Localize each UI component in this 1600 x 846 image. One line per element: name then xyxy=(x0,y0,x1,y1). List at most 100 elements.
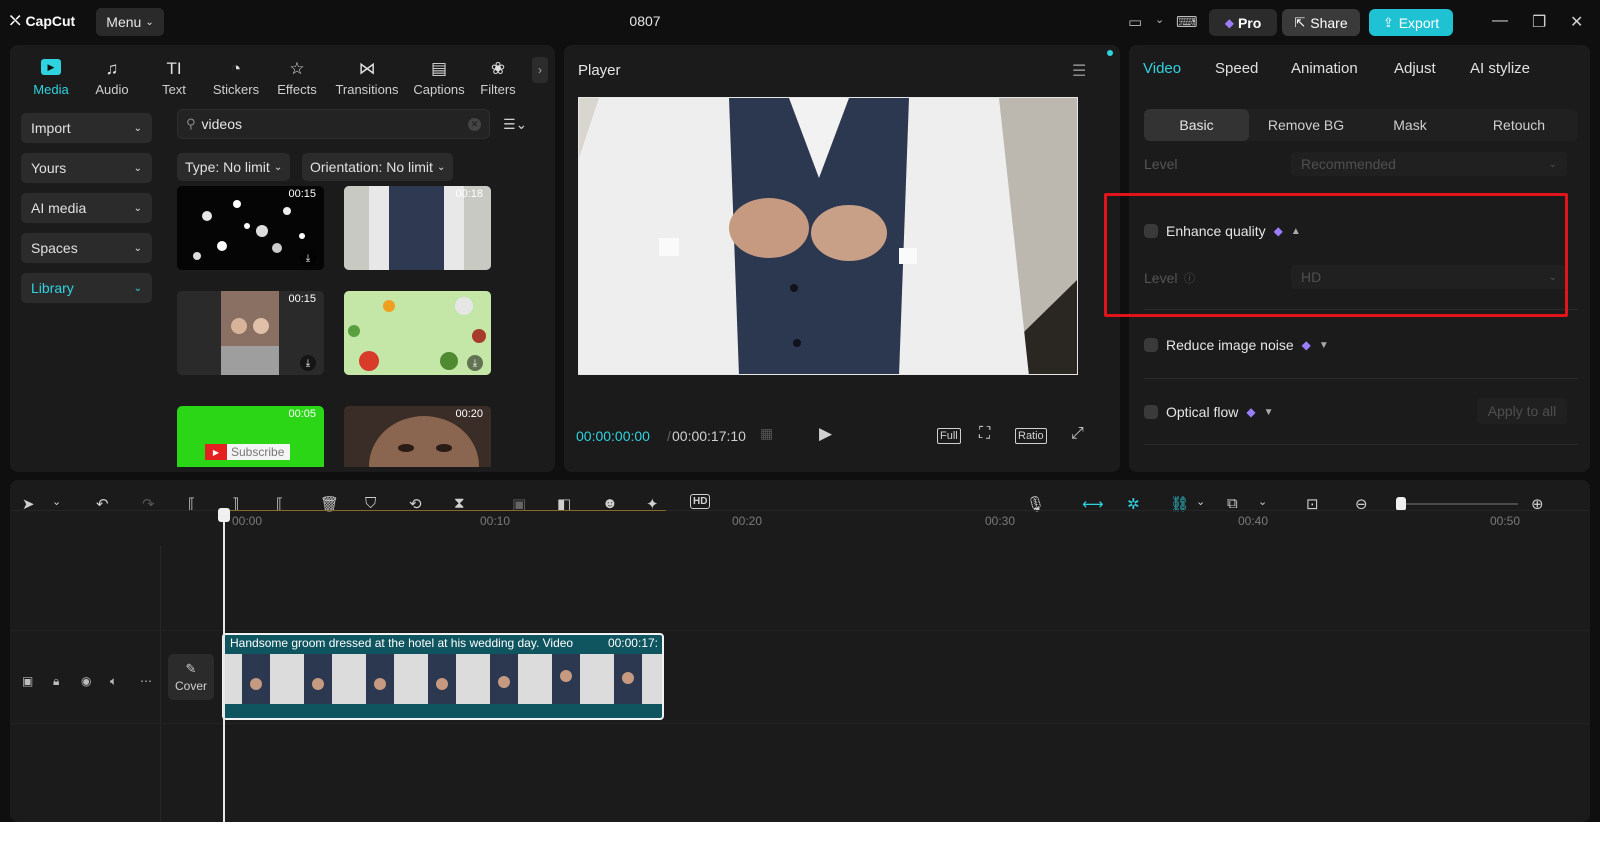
media-thumbnail[interactable]: 00:15 ⤓ xyxy=(177,291,324,375)
sidebar-item-ai-media[interactable]: AI media ⌄ xyxy=(21,193,152,223)
chevron-down-icon: ⌄ xyxy=(133,202,142,214)
layout-icon[interactable]: ▭ xyxy=(1128,13,1142,31)
tab-speed[interactable]: Speed xyxy=(1215,60,1258,77)
filter-sort-icon[interactable]: ☰⌄ xyxy=(503,116,527,133)
reduce-noise-checkbox[interactable] xyxy=(1144,338,1158,352)
caret-down-icon[interactable]: ▼ xyxy=(1319,340,1329,351)
app-logo: ⛌ CapCut xyxy=(10,12,76,29)
track-line xyxy=(10,723,1590,724)
diamond-icon: ◆ xyxy=(1224,15,1234,30)
restore-icon[interactable]: ❐ xyxy=(1532,12,1546,32)
tab-audio[interactable]: ♫ Audio xyxy=(81,55,143,101)
chevron-down-icon[interactable]: ⌄ xyxy=(52,495,61,508)
tab-captions[interactable]: ▤ Captions xyxy=(404,55,474,101)
optical-flow-checkbox[interactable] xyxy=(1144,405,1158,419)
sidebar-item-yours[interactable]: Yours ⌄ xyxy=(21,153,152,183)
track-line xyxy=(10,630,1590,631)
tab-transitions[interactable]: ⋈ Transitions xyxy=(328,55,406,101)
zoom-fit-icon[interactable]: ⛶ xyxy=(979,425,990,443)
sidebar-item-spaces[interactable]: Spaces ⌄ xyxy=(21,233,152,263)
level-label: Level xyxy=(1144,156,1178,172)
tabs-scroll-right-button[interactable]: › xyxy=(532,57,548,83)
tab-effects[interactable]: ☆ Effects xyxy=(266,55,328,101)
caret-down-icon[interactable]: ▼ xyxy=(1264,407,1274,418)
type-filter-dropdown[interactable]: Type: No limit ⌄ xyxy=(177,153,291,181)
search-input[interactable]: ⚲ videos ✕ xyxy=(177,109,490,139)
sidebar-item-library[interactable]: Library ⌄ xyxy=(21,273,152,303)
media-thumbnail[interactable]: 00:20 xyxy=(344,406,491,467)
video-preview[interactable] xyxy=(578,97,1078,375)
level-dropdown-disabled: Recommended ⌄ xyxy=(1291,152,1567,176)
video-clip[interactable]: Handsome groom dressed at the hotel at h… xyxy=(222,633,664,720)
fullscreen-icon[interactable]: ⤢ xyxy=(1071,425,1084,443)
share-icon: ⇱ xyxy=(1294,14,1306,30)
media-icon: ▶ xyxy=(41,59,61,75)
tab-ai-stylize[interactable]: AI stylize xyxy=(1470,60,1530,77)
tab-media[interactable]: ▶ Media xyxy=(20,55,82,101)
download-icon[interactable]: ⤓ xyxy=(300,355,316,371)
volume-icon[interactable]: 🔈︎ xyxy=(110,674,117,689)
ruler-label: 00:00 xyxy=(232,514,263,528)
frames-grid-icon[interactable]: ▦ xyxy=(760,425,773,442)
menu-button[interactable]: Menu ⌄ xyxy=(96,8,164,36)
ratio-button[interactable]: Ratio xyxy=(1015,428,1047,444)
hd-icon[interactable]: HD xyxy=(690,494,711,509)
chevron-down-icon: ⌄ xyxy=(133,162,142,174)
clip-title: Handsome groom dressed at the hotel at h… xyxy=(230,636,574,650)
chevron-down-icon[interactable]: ⌄ xyxy=(1258,495,1267,508)
chevron-down-icon: ⌄ xyxy=(133,282,142,294)
keyboard-icon[interactable]: ⌨ xyxy=(1176,13,1198,31)
captions-icon: ▤ xyxy=(430,59,448,78)
chevron-down-icon[interactable]: ⌄ xyxy=(1196,495,1205,508)
player-title: Player xyxy=(578,62,621,79)
media-thumbnail[interactable]: 00:15 ⤓ xyxy=(177,186,324,270)
subtab-basic[interactable]: Basic xyxy=(1144,109,1249,141)
playhead-handle[interactable] xyxy=(218,508,230,522)
sticker-icon: ◔ xyxy=(230,59,242,78)
media-thumbnail[interactable]: 00:05 ▶ Subscribe xyxy=(177,406,324,467)
subtab-mask[interactable]: Mask xyxy=(1362,109,1458,141)
chevron-right-icon: › xyxy=(538,63,542,77)
timecode-separator: / xyxy=(667,428,671,444)
cover-button[interactable]: ✎ Cover xyxy=(168,654,214,700)
hamburger-menu-icon[interactable]: ☰ xyxy=(1072,61,1086,81)
export-button[interactable]: ⇪ Export xyxy=(1369,9,1453,36)
play-icon[interactable]: ▶ xyxy=(819,424,832,444)
tab-adjust[interactable]: Adjust xyxy=(1394,60,1436,77)
eye-icon[interactable]: ◉ xyxy=(81,674,91,688)
tab-video[interactable]: Video xyxy=(1143,60,1181,77)
sidebar-item-import[interactable]: Import ⌄ xyxy=(21,113,152,143)
download-icon[interactable]: ⤓ xyxy=(300,250,316,266)
playhead[interactable] xyxy=(223,510,225,822)
more-options-icon[interactable]: ⋯ xyxy=(140,674,152,688)
chevron-down-icon: ⌄ xyxy=(133,122,142,134)
chevron-down-icon[interactable]: ⌄ xyxy=(1155,13,1164,26)
full-quality-button[interactable]: Full xyxy=(937,428,961,444)
divider xyxy=(1144,444,1578,445)
zoom-slider-handle[interactable] xyxy=(1396,497,1406,511)
tab-stickers[interactable]: ◔ Stickers xyxy=(205,55,267,101)
current-timecode: 00:00:00:00 xyxy=(576,428,650,444)
diamond-icon: ◆ xyxy=(1246,405,1256,419)
apply-to-all-button[interactable]: Apply to all xyxy=(1477,398,1567,424)
lock-icon[interactable]: 🔒︎ xyxy=(53,674,59,689)
orientation-filter-dropdown[interactable]: Orientation: No limit ⌄ xyxy=(302,153,454,181)
tab-animation[interactable]: Animation xyxy=(1291,60,1358,77)
media-thumbnail[interactable]: 00:18 xyxy=(344,186,491,270)
capcut-logo-icon: ⛌ xyxy=(10,12,21,28)
transitions-icon: ⋈ xyxy=(358,59,376,78)
subtab-retouch[interactable]: Retouch xyxy=(1464,109,1574,141)
subtab-remove-bg[interactable]: Remove BG xyxy=(1256,109,1356,141)
clear-search-icon[interactable]: ✕ xyxy=(468,117,481,131)
chevron-down-icon: ⌄ xyxy=(1548,158,1557,170)
minimize-icon[interactable]: — xyxy=(1492,12,1508,30)
share-button[interactable]: ⇱ Share xyxy=(1282,9,1360,36)
tab-text[interactable]: TI Text xyxy=(143,55,205,101)
media-thumbnail[interactable]: ⤓ xyxy=(344,291,491,375)
pro-button[interactable]: ◆ Pro xyxy=(1209,9,1277,36)
zoom-slider[interactable] xyxy=(1396,497,1518,511)
tab-filters[interactable]: ❀ Filters xyxy=(467,55,529,101)
download-icon[interactable]: ⤓ xyxy=(467,355,483,371)
total-timecode: 00:00:17:10 xyxy=(672,428,746,444)
close-icon[interactable]: ✕ xyxy=(1570,12,1583,32)
